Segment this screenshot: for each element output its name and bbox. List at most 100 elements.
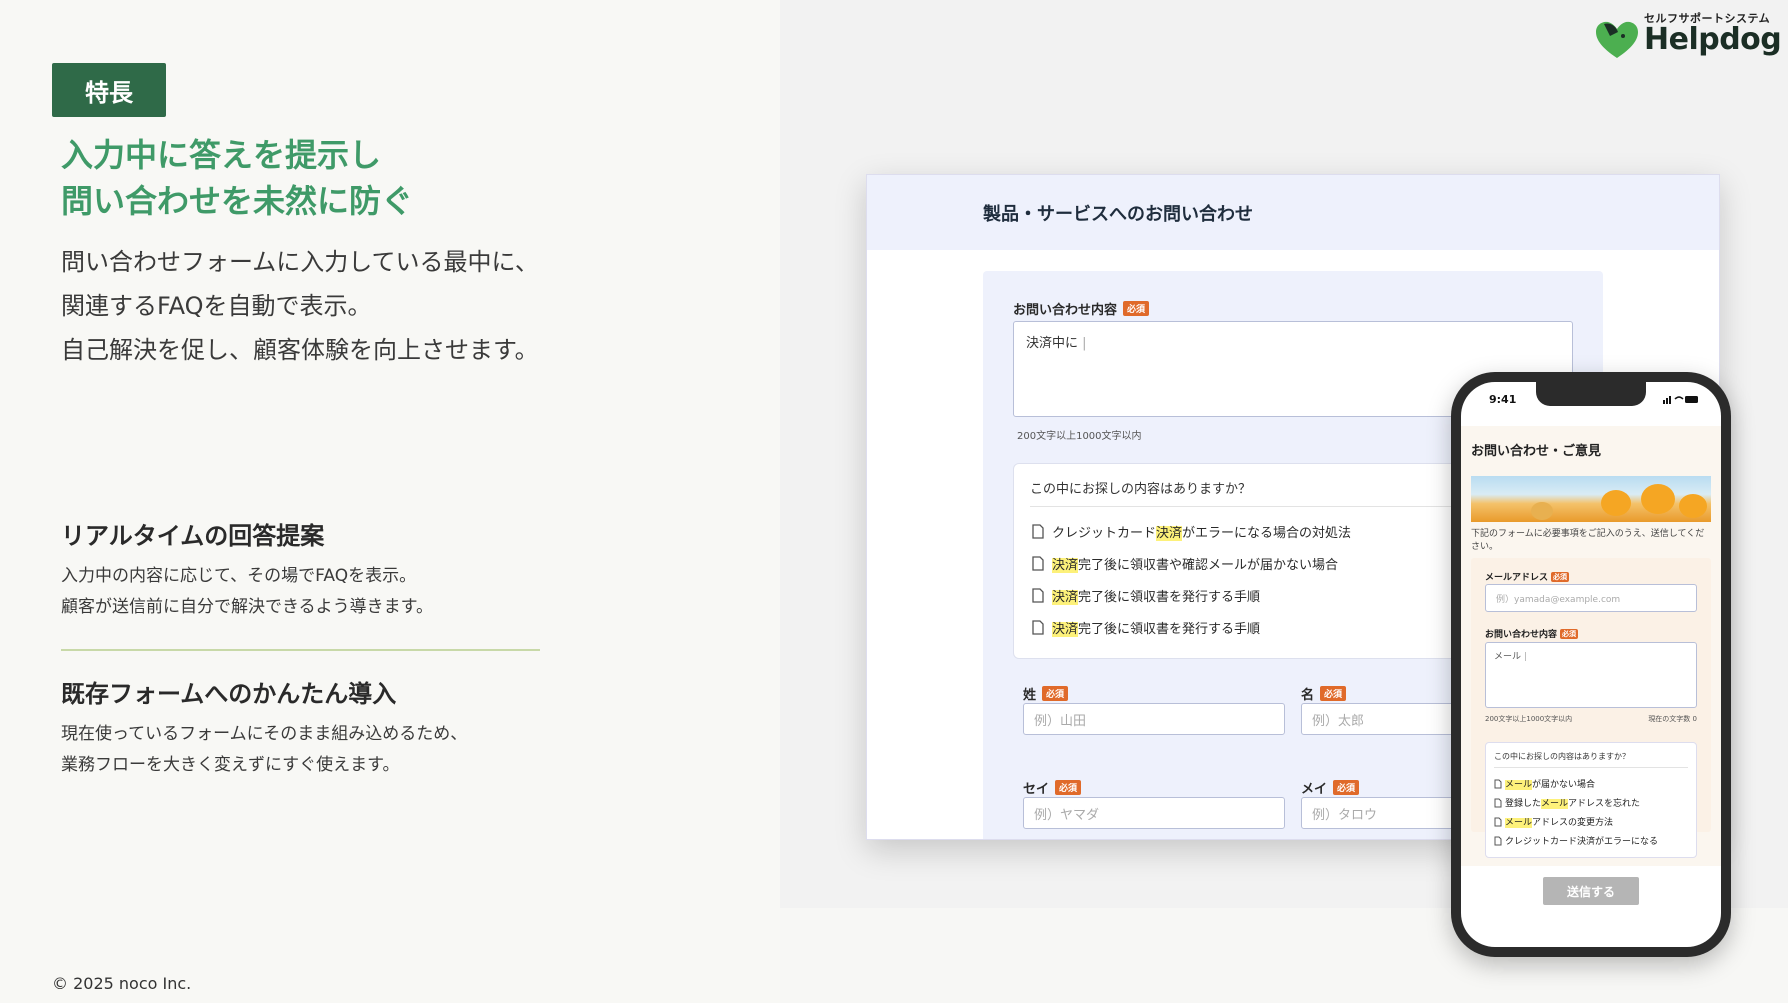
form-title: 製品・サービスへのお問い合わせ (867, 175, 1719, 250)
intro-line-2: 関連するFAQを自動で表示。 (61, 292, 372, 320)
required-badge: 必須 (1560, 628, 1579, 639)
email-label-text: メールアドレス (1485, 573, 1549, 583)
suggestion-text: 完了後に領収書や確認メールが届かない場合 (1078, 558, 1339, 573)
headline: 入力中に答えを提示し 問い合わせを未然に防ぐ (61, 132, 413, 224)
suggestion-highlight: 決済 (1052, 622, 1079, 637)
intro-line-3: 自己解決を促し、顧客体験を向上させます。 (61, 336, 539, 364)
suggestion-text: アドレスの変更方法 (1532, 818, 1614, 828)
left-panel: 特長 入力中に答えを提示し 問い合わせを未然に防ぐ 問い合わせフォームに入力して… (0, 0, 780, 1003)
suggestion-text: アドレスを忘れた (1568, 799, 1641, 809)
faq-suggestion-item[interactable]: 決済完了後に領収書や確認メールが届かない場合 (1032, 554, 1338, 573)
status-icons (1663, 394, 1699, 407)
suggestion-highlight: 決済 (1156, 526, 1183, 541)
last-name-input[interactable]: 例）山田 (1023, 703, 1285, 735)
phone-faq-item[interactable]: メールが届かない場合 (1494, 777, 1595, 790)
inquiry-label: お問い合わせ内容 必須 (1013, 299, 1150, 318)
document-icon (1032, 524, 1044, 539)
suggestion-text: クレジットカード (1052, 526, 1157, 541)
suggestion-text: 完了後に領収書を発行する手順 (1078, 622, 1261, 637)
suggestion-text: 登録した (1505, 799, 1542, 809)
intro-text: 問い合わせフォームに入力している最中に、 関連するFAQを自動で表示。 自己解決… (61, 240, 539, 372)
suggestion-text: がエラーになる場合の対処法 (1182, 526, 1352, 541)
email-label: メールアドレス 必須 (1485, 570, 1570, 583)
submit-button[interactable]: 送信する (1543, 877, 1639, 905)
first-name-label-text: 名 (1301, 688, 1315, 703)
inquiry-label-text: お問い合わせ内容 (1013, 303, 1118, 318)
first-kana-label-text: メイ (1301, 782, 1328, 797)
feature-desc-line: 入力中の内容に応じて、その場でFAQを表示。 (61, 566, 417, 586)
suggestion-text: が届かない場合 (1532, 780, 1596, 790)
last-name-label: 姓 必須 (1023, 684, 1069, 703)
phone-faq-item[interactable]: メールアドレスの変更方法 (1494, 815, 1613, 828)
last-kana-input[interactable]: 例）ヤマダ (1023, 797, 1285, 829)
document-icon (1494, 798, 1502, 807)
phone-screen: 9:41 お問い合わせ・ご意見 下記のフォームに必要事項をご記入のうえ、送信して… (1461, 382, 1721, 947)
last-name-label-text: 姓 (1023, 688, 1037, 703)
required-badge: 必須 (1042, 686, 1069, 701)
suggestion-highlight: メール (1541, 799, 1569, 809)
divider (61, 649, 540, 651)
phone-faq-suggestions: この中にお探しの内容はありますか？ メールが届かない場合 登録したメールアドレス… (1485, 742, 1697, 858)
email-input[interactable]: 例）yamada@example.com (1485, 584, 1697, 612)
required-badge: 必須 (1123, 301, 1150, 316)
feature-title: リアルタイムの回答提案 (61, 522, 325, 550)
document-icon (1494, 836, 1502, 845)
headline-line-1: 入力中に答えを提示し (61, 136, 382, 174)
phone-suggest-title: この中にお探しの内容はありますか？ (1494, 752, 1630, 761)
phone-form-description: 下記のフォームに必要事項をご記入のうえ、送信してください。 (1471, 529, 1705, 552)
phone-notch (1536, 382, 1646, 406)
required-badge: 必須 (1551, 571, 1570, 582)
status-time: 9:41 (1489, 393, 1517, 406)
helpdog-logo: セルフサポートシステム Helpdog (1594, 10, 1782, 62)
last-kana-label: セイ 必須 (1023, 778, 1082, 797)
feature-desc-line: 顧客が送信前に自分で解決できるよう導きます。 (61, 597, 433, 617)
suggestion-highlight: メール (1505, 780, 1533, 790)
inquiry-textarea-value: 決済中に (1026, 336, 1079, 351)
char-limit-hint: 200文字以上1000文字以内 (1017, 431, 1142, 442)
phone-faq-item[interactable]: クレジットカード決済がエラーになる (1494, 834, 1658, 847)
document-icon (1032, 556, 1044, 571)
phone-mockup: 9:41 お問い合わせ・ご意見 下記のフォームに必要事項をご記入のうえ、送信して… (1451, 372, 1731, 957)
signal-icon (1663, 396, 1698, 404)
faq-suggestion-item[interactable]: 決済完了後に領収書を発行する手順 (1032, 586, 1260, 605)
copyright: © 2025 noco Inc. (52, 974, 192, 993)
logo-name: Helpdog (1644, 22, 1782, 57)
feature-desc-line: 現在使っているフォームにそのまま組み込めるため、 (61, 724, 468, 744)
phone-inquiry-label-text: お問い合わせ内容 (1485, 630, 1558, 640)
feature-badge: 特長 (52, 63, 166, 117)
required-badge: 必須 (1320, 686, 1347, 701)
suggestion-highlight: メール (1505, 818, 1533, 828)
suggestion-highlight: 決済 (1052, 590, 1079, 605)
feature-easy-install: 既存フォームへのかんたん導入 現在使っているフォームにそのまま組み込めるため、 … (61, 674, 541, 781)
phone-inquiry-value: メール (1494, 652, 1522, 662)
suggestion-text: クレジットカード決済がエラーになる (1505, 837, 1659, 847)
phone-form-title: お問い合わせ・ご意見 (1471, 444, 1602, 459)
first-name-label: 名 必須 (1301, 684, 1347, 703)
faq-suggestion-item[interactable]: クレジットカード決済がエラーになる場合の対処法 (1032, 522, 1351, 541)
phone-content: お問い合わせ・ご意見 下記のフォームに必要事項をご記入のうえ、送信してください。… (1461, 426, 1721, 866)
phone-form-panel: メールアドレス 必須 例）yamada@example.com お問い合わせ内容… (1471, 558, 1711, 858)
phone-inquiry-textarea[interactable]: メール | (1485, 642, 1697, 708)
phone-suggest-divider (1494, 767, 1688, 768)
document-icon (1494, 817, 1502, 826)
document-icon (1032, 620, 1044, 635)
phone-faq-item[interactable]: 登録したメールアドレスを忘れた (1494, 796, 1640, 809)
suggest-title: この中にお探しの内容はありますか？ (1030, 482, 1252, 497)
first-kana-label: メイ 必須 (1301, 778, 1360, 797)
feature-realtime: リアルタイムの回答提案 入力中の内容に応じて、その場でFAQを表示。 顧客が送信… (61, 516, 541, 623)
required-badge: 必須 (1333, 780, 1360, 795)
suggestion-highlight: 決済 (1052, 558, 1079, 573)
document-icon (1494, 779, 1502, 788)
intro-line-1: 問い合わせフォームに入力している最中に、 (61, 248, 539, 276)
document-icon (1032, 588, 1044, 603)
last-kana-label-text: セイ (1023, 782, 1050, 797)
headline-line-2: 問い合わせを未然に防ぐ (61, 182, 414, 220)
suggestion-text: 完了後に領収書を発行する手順 (1078, 590, 1261, 605)
phone-char-hint: 200文字以上1000文字以内 (1485, 715, 1573, 723)
phone-inquiry-label: お問い合わせ内容 必須 (1485, 627, 1579, 640)
required-badge: 必須 (1055, 780, 1082, 795)
current-char-count: 現在の文字数 0 (1648, 715, 1697, 723)
dog-heart-icon (1596, 21, 1638, 58)
faq-suggestion-item[interactable]: 決済完了後に領収書を発行する手順 (1032, 618, 1260, 637)
feature-title: 既存フォームへのかんたん導入 (61, 680, 397, 708)
